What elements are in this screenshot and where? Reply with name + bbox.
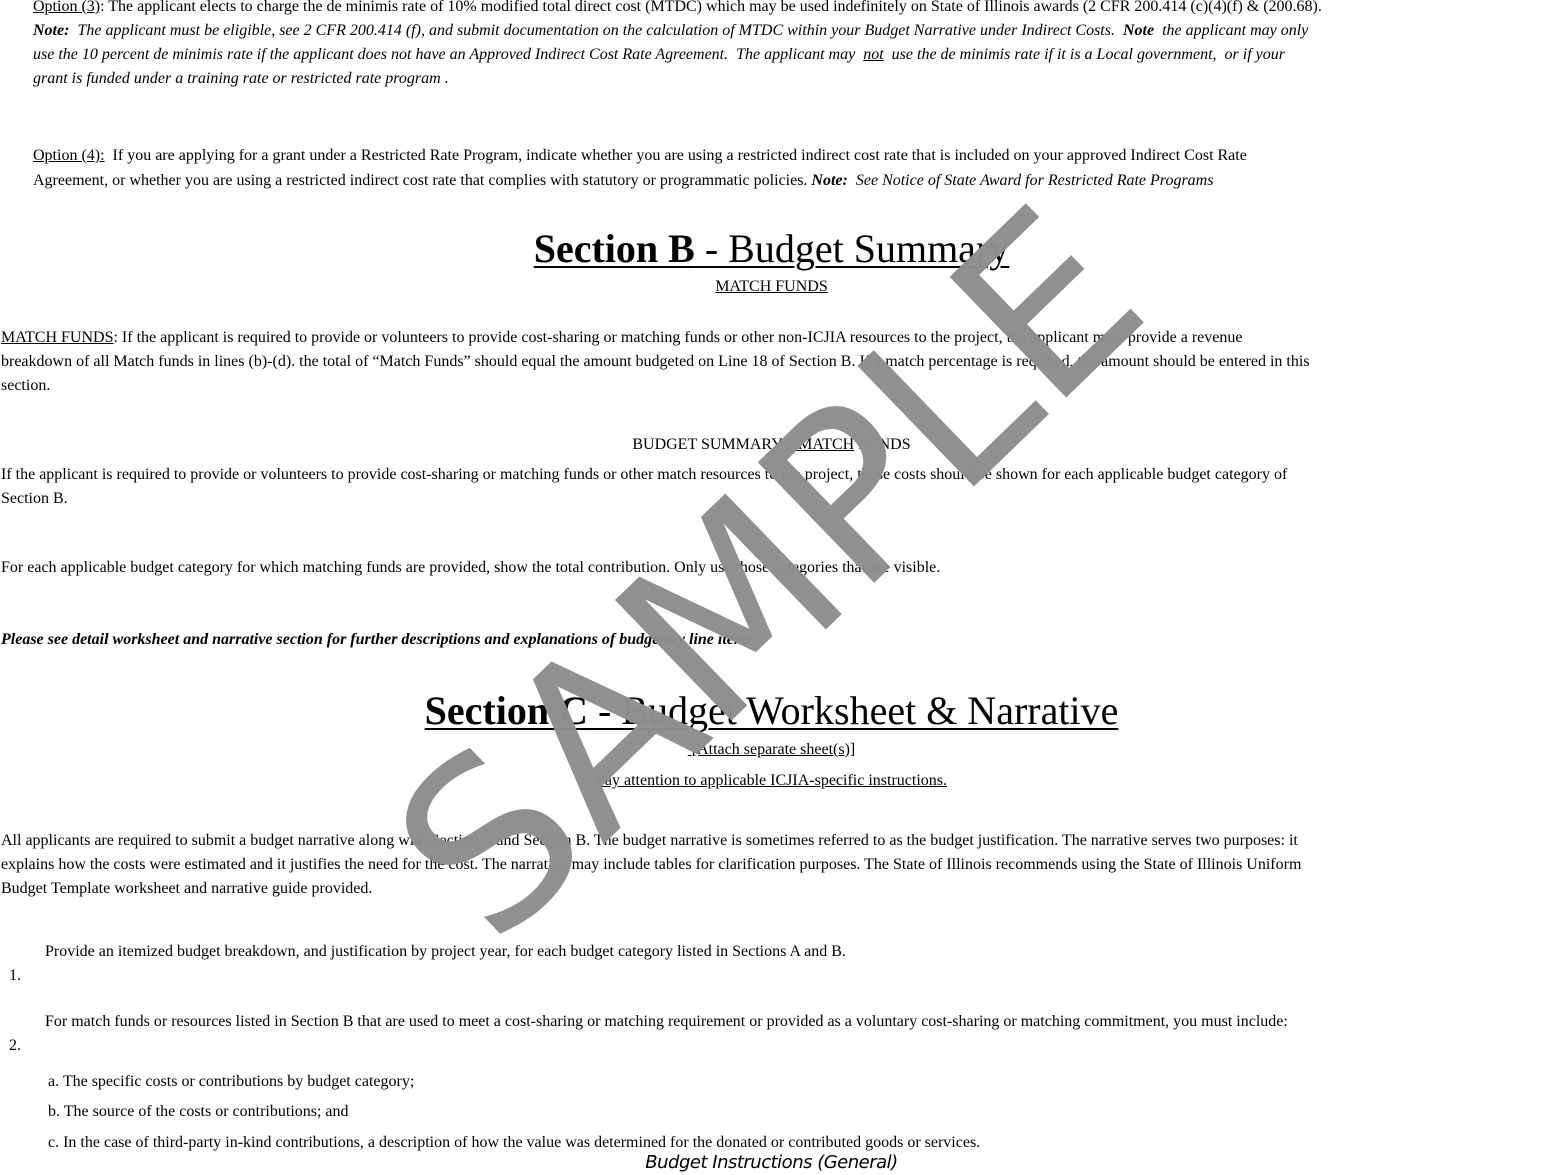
note-text: The applicant must be eligible, see 2 CF…	[69, 22, 1123, 39]
heading-part: BUDGET SUMMARY –	[632, 436, 795, 453]
item-text: For match funds or resources listed in S…	[45, 1013, 1288, 1030]
section-b-title: Section B - Budget Summary	[0, 226, 1543, 272]
note-label: Note:	[811, 172, 848, 189]
numbered-item-2: 2. For match funds or resources listed i…	[1, 1010, 1288, 1082]
section-c-title: Section C - Budget Worksheet & Narrative	[0, 688, 1543, 734]
note-text: use the 10 percent de minimis rate if th…	[33, 46, 864, 63]
narrative-intro-line2: explains how the costs were estimated an…	[1, 856, 1302, 873]
note-label: Note:	[33, 22, 70, 39]
item-number: 1.	[9, 967, 21, 984]
narrative-intro-line3: Budget Template worksheet and narrative …	[1, 880, 373, 897]
not-emphasis: not	[863, 46, 884, 63]
section-b-title-bold: Section B	[533, 226, 695, 271]
option3-text: : The applicant elects to charge the de …	[100, 0, 1322, 15]
section-b-subtitle: MATCH FUNDS	[715, 278, 828, 295]
summary-line1: If the applicant is required to provide …	[1, 466, 1288, 483]
summary-line2: Section B.	[1, 490, 68, 507]
section-c-title-bold: Section C	[424, 688, 588, 733]
narrative-intro-line1: All applicants are required to submit a …	[1, 832, 1298, 849]
note-text: use the de minimis rate if it is a Local…	[883, 46, 1285, 63]
pay-attention-note: Pay attention to applicable ICJIA-specif…	[595, 772, 948, 789]
budget-summary-heading: BUDGET SUMMARY – MATCH FUNDS	[0, 433, 1543, 457]
heading-part: FUNDS	[854, 436, 911, 453]
sub-item-b: b. The source of the costs or contributi…	[48, 1103, 349, 1120]
sub-item-a: a. The specific costs or contributions b…	[48, 1073, 415, 1090]
please-see-text: Please see detail worksheet and narrativ…	[1, 631, 753, 648]
match-funds-line2: breakdown of all Match funds in lines (b…	[1, 353, 1310, 370]
option4-label: Option (4):	[33, 147, 105, 164]
option3-line1: Option (3): The applicant elects to char…	[33, 0, 1322, 19]
section-c-title-rest: - Budget Worksheet & Narrative	[587, 688, 1119, 733]
note-text-end: the applicant may only	[1154, 22, 1309, 39]
section-b-title-rest: - Budget Summary	[694, 226, 1010, 271]
item-number: 2.	[9, 1037, 21, 1054]
option3-label: Option (3)	[33, 0, 101, 15]
match-funds-text: : If the applicant is required to provid…	[113, 329, 1243, 346]
page-footer: Budget Instructions (General)	[645, 1152, 898, 1173]
match-funds-label: MATCH FUNDS	[1, 329, 114, 346]
heading-part-underlined: MATCH	[794, 436, 855, 453]
match-funds-line3: section.	[1, 377, 51, 394]
option3-note-line3: grant is funded under a training rate or…	[33, 70, 449, 87]
attach-sheets-note: [Attach separate sheet(s)]	[687, 741, 856, 758]
option3-note-line1: Note: The applicant must be eligible, se…	[33, 19, 1308, 43]
each-category-text: For each applicable budget category for …	[1, 559, 941, 576]
option4-text: If you are applying for a grant under a …	[104, 147, 1247, 164]
note-label-2: Note	[1122, 22, 1155, 39]
item-text: Provide an itemized budget breakdown, an…	[45, 943, 846, 960]
numbered-item-1: 1. Provide an itemized budget breakdown,…	[1, 940, 846, 1012]
option4-line2: Agreement, or whether you are using a re…	[33, 169, 1213, 193]
match-funds-line1: MATCH FUNDS: If the applicant is require…	[1, 326, 1242, 350]
option4-text: Agreement, or whether you are using a re…	[33, 172, 812, 189]
option3-note-line2: use the 10 percent de minimis rate if th…	[33, 43, 1285, 67]
note-text: See Notice of State Award for Restricted…	[847, 172, 1214, 189]
option4-line1: Option (4): If you are applying for a gr…	[33, 144, 1247, 168]
